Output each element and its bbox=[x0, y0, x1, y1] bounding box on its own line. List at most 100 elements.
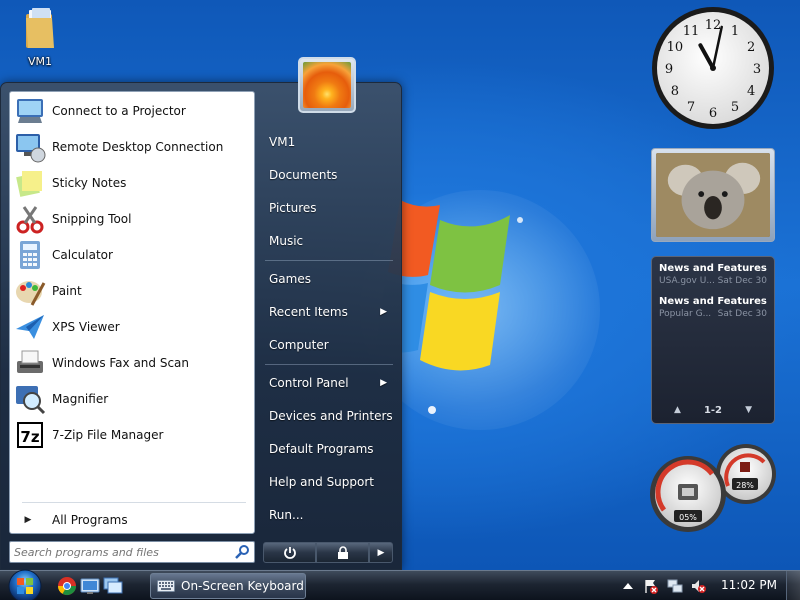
user-avatar bbox=[303, 62, 351, 108]
program-label: 7-Zip File Manager bbox=[52, 428, 164, 442]
start-link-music[interactable]: Music bbox=[263, 226, 393, 256]
clock-numeral: 7 bbox=[687, 100, 695, 115]
start-link-label: Control Panel bbox=[269, 376, 349, 390]
start-link-documents[interactable]: Documents bbox=[263, 160, 393, 190]
start-link-label: Run... bbox=[269, 508, 304, 522]
program-label: Windows Fax and Scan bbox=[52, 356, 190, 370]
network-icon[interactable] bbox=[667, 578, 683, 594]
program-label: Snipping Tool bbox=[52, 212, 132, 226]
feed-item[interactable]: News and Features f... USA.gov U... Sat … bbox=[659, 263, 767, 286]
start-link-computer[interactable]: Computer bbox=[263, 330, 393, 360]
keyboard-icon bbox=[157, 580, 175, 592]
program-label: Sticky Notes bbox=[52, 176, 127, 190]
program-item-magnifier[interactable]: Magnifier bbox=[14, 382, 252, 416]
start-link-games[interactable]: Games bbox=[263, 264, 393, 294]
window-switch-icon[interactable] bbox=[103, 576, 123, 596]
picture-gadget[interactable] bbox=[651, 148, 775, 242]
feed-page-indicator: 1-2 bbox=[703, 404, 723, 416]
desktop-icon-label: VM1 bbox=[27, 55, 52, 68]
clock-numeral: 5 bbox=[731, 100, 739, 115]
shutdown-options-button[interactable]: ▶ bbox=[369, 542, 393, 563]
taskbar-clock[interactable]: 11:02 PM bbox=[716, 578, 782, 592]
program-item-remote-desktop[interactable]: Remote Desktop Connection bbox=[14, 130, 252, 164]
lock-button[interactable] bbox=[316, 542, 369, 563]
program-label: Remote Desktop Connection bbox=[52, 140, 224, 154]
search-input[interactable] bbox=[14, 545, 234, 559]
start-link-recent-items[interactable]: Recent Items ▶ bbox=[263, 297, 393, 327]
clock-numeral: 8 bbox=[671, 84, 679, 99]
start-link-label: Games bbox=[269, 272, 311, 286]
xps-viewer-icon bbox=[16, 315, 44, 339]
program-label: Connect to a Projector bbox=[52, 104, 186, 118]
feed-item[interactable]: News and Features f... Popular G... Sat … bbox=[659, 296, 767, 319]
clock-gadget[interactable]: 12 1 2 3 4 5 6 7 8 9 10 11 bbox=[650, 4, 776, 132]
feed-source: USA.gov U... bbox=[659, 276, 715, 286]
program-label: Magnifier bbox=[52, 392, 109, 406]
desktop-icon-vm1[interactable]: VM1 bbox=[8, 6, 72, 68]
start-link-label: Pictures bbox=[269, 201, 317, 215]
feed-previous-icon[interactable]: ▲ bbox=[674, 405, 681, 415]
start-link-pictures[interactable]: Pictures bbox=[263, 193, 393, 223]
search-box[interactable] bbox=[9, 541, 255, 563]
search-icon[interactable] bbox=[234, 544, 250, 560]
program-label: Paint bbox=[52, 284, 82, 298]
show-desktop-button[interactable] bbox=[786, 571, 800, 600]
program-item-paint[interactable]: Paint bbox=[14, 274, 252, 308]
clock-numeral: 11 bbox=[683, 24, 700, 39]
start-link-label: Help and Support bbox=[269, 475, 374, 489]
shutdown-button[interactable] bbox=[263, 542, 316, 563]
start-link-control-panel[interactable]: Control Panel ▶ bbox=[263, 368, 393, 398]
chrome-icon[interactable] bbox=[57, 576, 77, 596]
feed-title: News and Features f... bbox=[659, 263, 767, 274]
program-item-connect-to-projector[interactable]: Connect to a Projector bbox=[14, 94, 252, 128]
action-center-icon[interactable] bbox=[643, 578, 659, 594]
program-item-snipping-tool[interactable]: Snipping Tool bbox=[14, 202, 252, 236]
clock-numeral: 12 bbox=[705, 18, 722, 33]
program-item-calculator[interactable]: Calculator bbox=[14, 238, 252, 272]
fax-scan-icon bbox=[17, 350, 43, 373]
magnifier-icon bbox=[16, 386, 46, 415]
remote-desktop-icon bbox=[16, 134, 46, 163]
start-menu: Connect to a Projector Remote Desktop Co… bbox=[0, 82, 402, 570]
clock-numeral: 9 bbox=[665, 62, 673, 77]
power-icon bbox=[283, 546, 296, 559]
arrow-right-icon: ▶ bbox=[377, 547, 385, 558]
feed-next-icon[interactable]: ▼ bbox=[745, 405, 752, 415]
desktop-icon[interactable] bbox=[80, 576, 100, 596]
start-button[interactable] bbox=[4, 568, 46, 600]
start-link-default-programs[interactable]: Default Programs bbox=[263, 434, 393, 464]
start-link-run[interactable]: Run... bbox=[263, 500, 393, 530]
cpu-meter-gadget[interactable]: 28% 05% bbox=[648, 440, 778, 534]
program-item-7zip[interactable]: 7z 7-Zip File Manager bbox=[14, 418, 252, 452]
projector-icon bbox=[17, 99, 43, 123]
cpu-value: 05% bbox=[679, 513, 697, 522]
clock-numeral: 3 bbox=[753, 62, 761, 77]
all-programs-label: All Programs bbox=[52, 513, 128, 527]
program-item-sticky-notes[interactable]: Sticky Notes bbox=[14, 166, 252, 200]
taskbar-button-label: On-Screen Keyboard bbox=[181, 579, 304, 593]
taskbar-button-on-screen-keyboard[interactable]: On-Screen Keyboard bbox=[150, 573, 306, 599]
snipping-tool-icon bbox=[16, 206, 44, 234]
sticky-notes-icon bbox=[16, 171, 42, 197]
paint-icon bbox=[16, 281, 46, 306]
volume-muted-icon[interactable] bbox=[690, 578, 706, 594]
memory-value: 28% bbox=[736, 481, 754, 490]
start-link-help-support[interactable]: Help and Support bbox=[263, 467, 393, 497]
start-link-vm1[interactable]: VM1 bbox=[263, 127, 393, 157]
clock-numeral: 10 bbox=[667, 40, 684, 55]
seven-zip-icon: 7z bbox=[17, 422, 43, 448]
user-picture[interactable] bbox=[298, 57, 356, 113]
arrow-right-icon: ▶ bbox=[24, 515, 32, 525]
all-programs-button[interactable]: ▶ All Programs bbox=[14, 509, 252, 531]
feed-title: News and Features f... bbox=[659, 296, 767, 307]
program-label: Calculator bbox=[52, 248, 113, 262]
start-link-label: Documents bbox=[269, 168, 338, 182]
taskbar: On-Screen Keyboard 11:02 PM bbox=[0, 568, 800, 600]
start-link-devices-printers[interactable]: Devices and Printers bbox=[263, 401, 393, 431]
program-item-xps-viewer[interactable]: XPS Viewer bbox=[14, 310, 252, 344]
program-item-fax-and-scan[interactable]: Windows Fax and Scan bbox=[14, 346, 252, 380]
show-hidden-icons[interactable] bbox=[620, 578, 636, 594]
feed-source: Popular G... bbox=[659, 309, 712, 319]
programs-divider bbox=[22, 502, 246, 503]
feed-headlines-gadget[interactable]: News and Features f... USA.gov U... Sat … bbox=[651, 256, 775, 424]
